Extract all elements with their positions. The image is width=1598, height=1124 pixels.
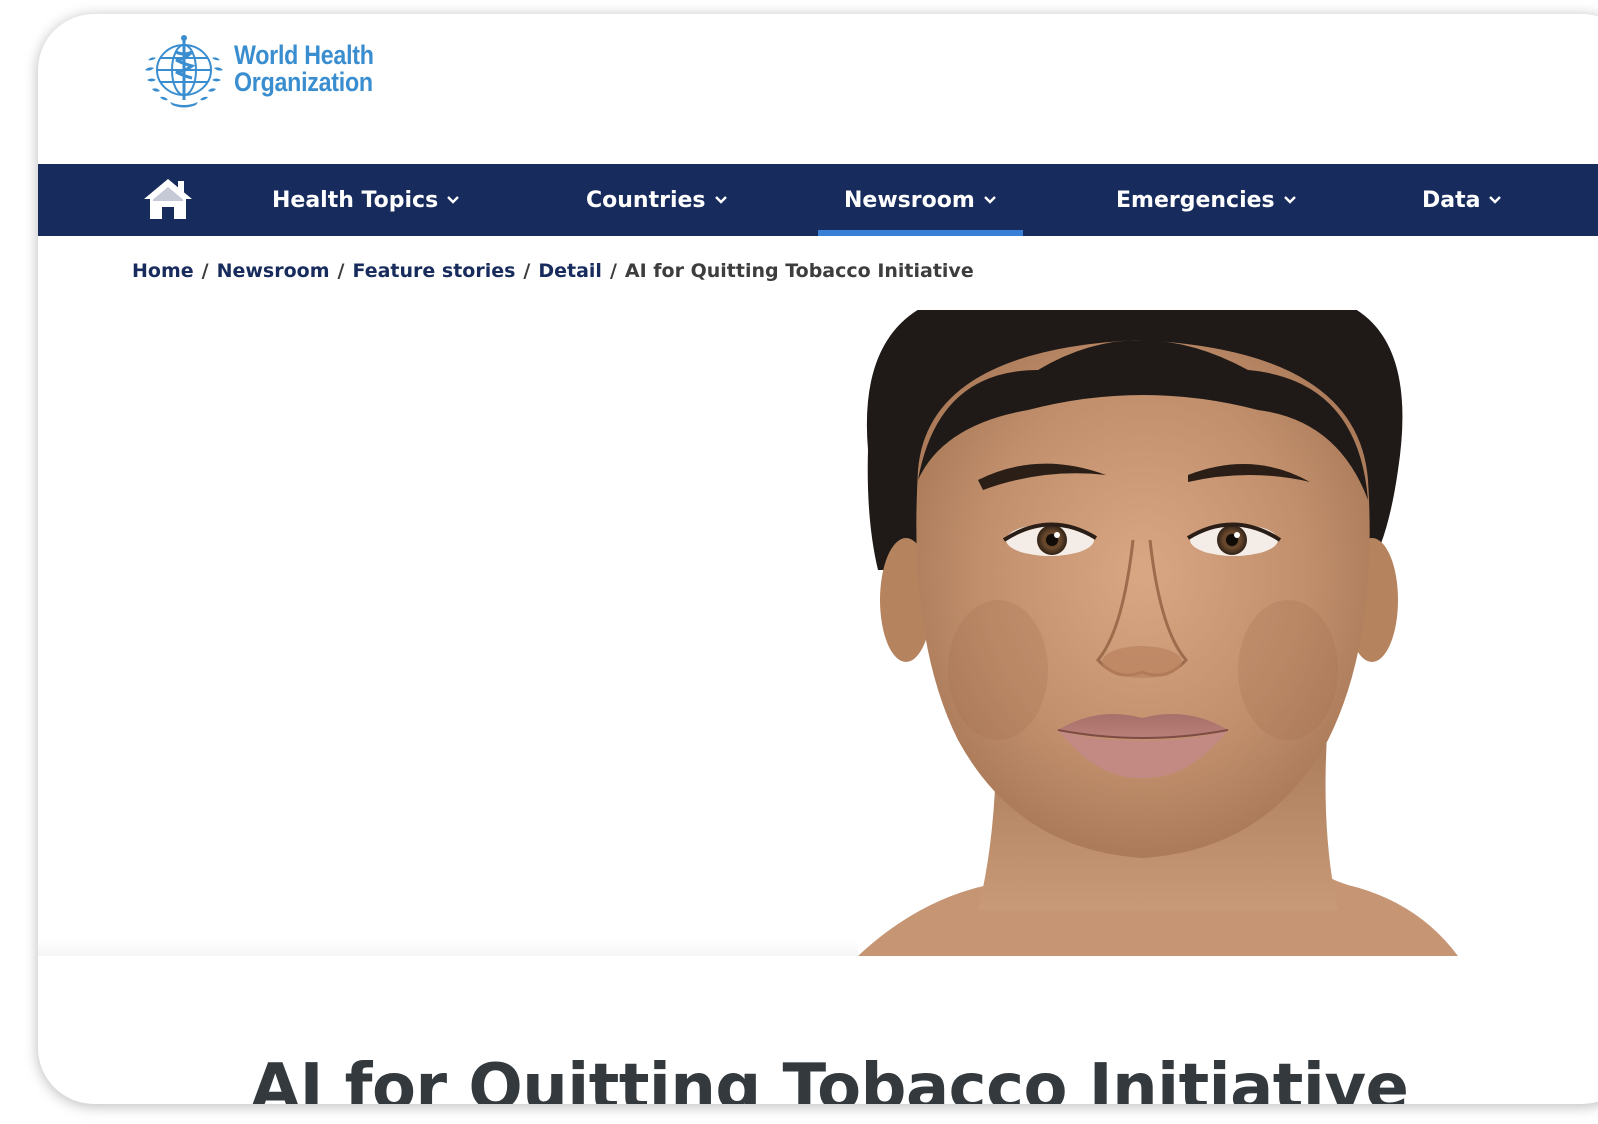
- home-icon[interactable]: [142, 177, 194, 221]
- main-nav: Health Topics Countries Newsroom Emergen…: [38, 164, 1598, 236]
- brand-line-2: Organization: [234, 67, 373, 97]
- hero-image: [38, 310, 1598, 956]
- breadcrumb-separator: /: [523, 260, 531, 282]
- chevron-down-icon: [983, 196, 996, 204]
- nav-item-emergencies[interactable]: Emergencies: [1116, 164, 1297, 236]
- breadcrumb-separator: /: [609, 260, 617, 282]
- nav-item-label: Countries: [586, 187, 706, 213]
- breadcrumb: Home / Newsroom / Feature stories / Detail / AI …: [132, 260, 974, 282]
- digital-human-portrait: [38, 310, 1458, 956]
- nav-item-countries[interactable]: Countries: [586, 164, 728, 236]
- breadcrumb-detail[interactable]: Detail: [538, 260, 602, 282]
- breadcrumb-current: AI for Quitting Tobacco Initiative: [624, 260, 974, 282]
- chevron-down-icon: [1283, 196, 1296, 204]
- breadcrumb-separator: /: [201, 260, 209, 282]
- nav-item-health-topics[interactable]: Health Topics: [272, 164, 460, 236]
- nav-item-label: Health Topics: [272, 187, 439, 213]
- nav-item-label: Data: [1422, 187, 1481, 213]
- chevron-down-icon: [447, 196, 460, 204]
- chevron-down-icon: [714, 196, 727, 204]
- breadcrumb-newsroom[interactable]: Newsroom: [217, 260, 330, 282]
- page-title: AI for Quitting Tobacco Initiative: [250, 1050, 1409, 1104]
- who-wordmark: World Health Organization: [234, 42, 374, 96]
- nav-item-newsroom[interactable]: Newsroom: [818, 164, 1023, 236]
- who-logo[interactable]: World Health Organization: [140, 30, 396, 108]
- chevron-down-icon: [1489, 196, 1502, 204]
- nav-item-label: Newsroom: [844, 187, 975, 213]
- brand-line-1: World Health: [234, 40, 374, 70]
- browser-page-frame: World Health Organization Health Topics …: [38, 14, 1598, 1104]
- breadcrumb-feature-stories[interactable]: Feature stories: [352, 260, 515, 282]
- nav-item-label: Emergencies: [1116, 187, 1275, 213]
- breadcrumb-separator: /: [337, 260, 345, 282]
- nav-item-data[interactable]: Data: [1422, 164, 1502, 236]
- who-emblem-icon: [145, 35, 223, 108]
- breadcrumb-home[interactable]: Home: [132, 260, 194, 282]
